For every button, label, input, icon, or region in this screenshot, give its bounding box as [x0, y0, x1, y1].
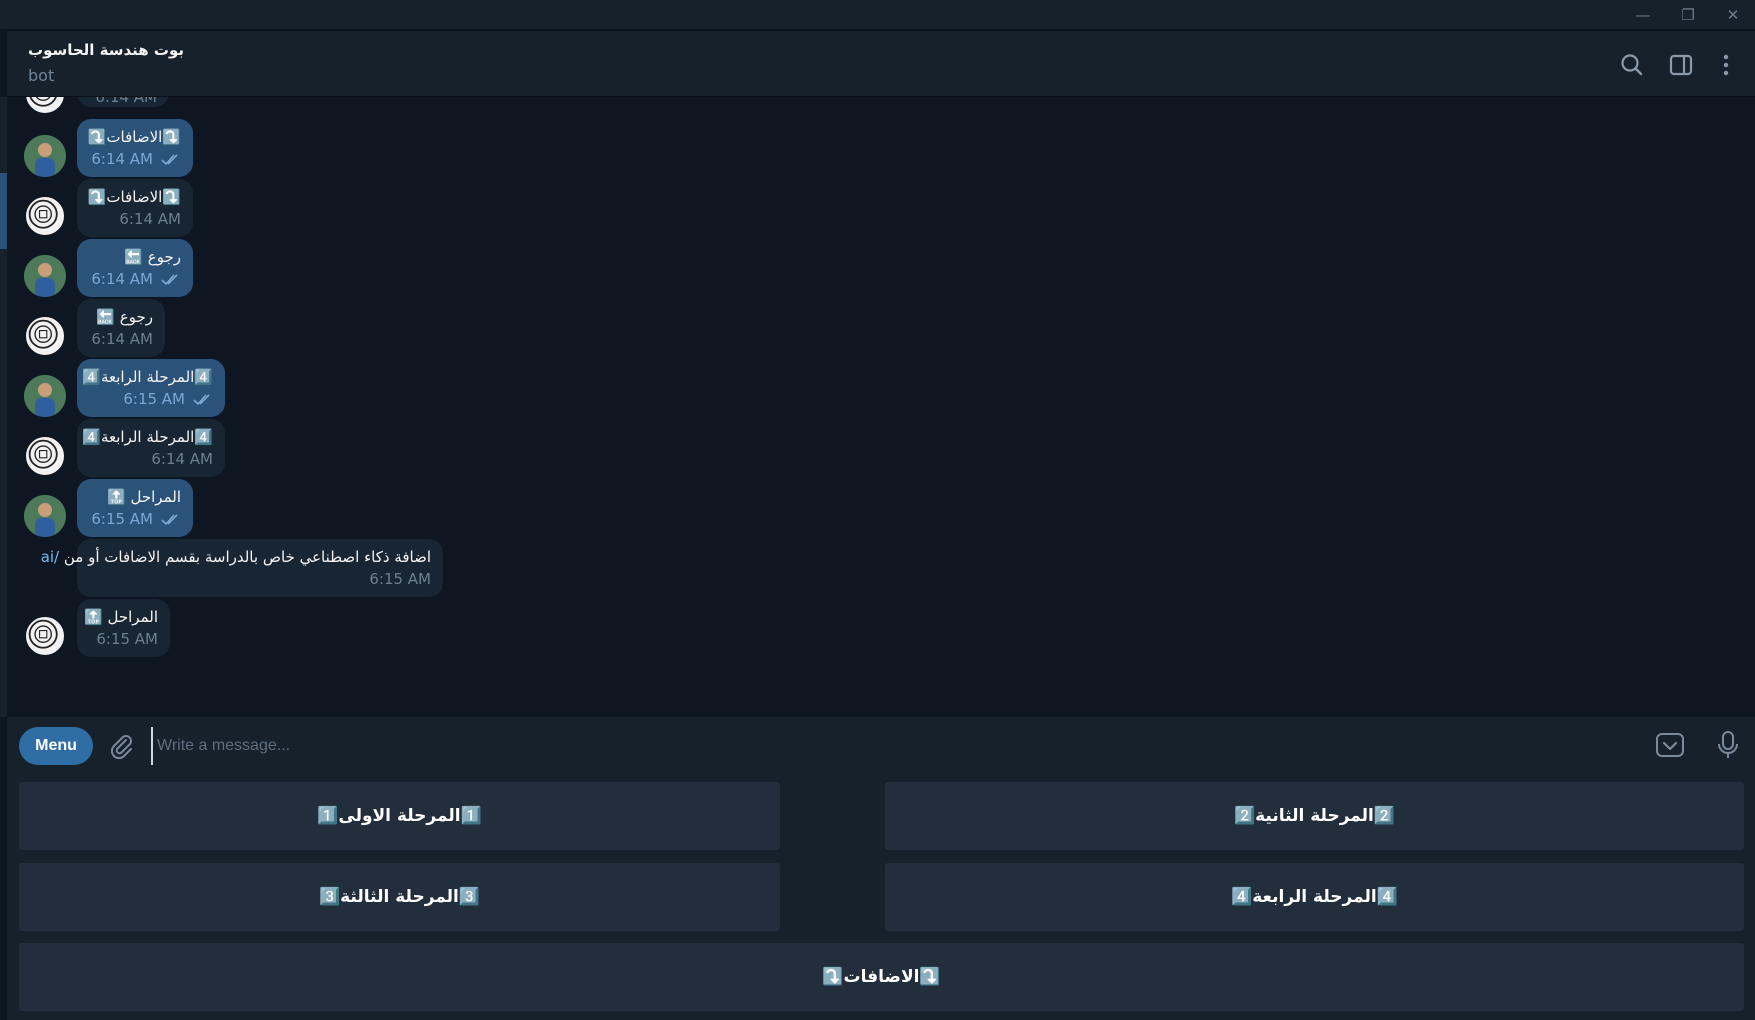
keyboard-button-stage-3[interactable]: 3️⃣المرحلة الثالثة3️⃣	[19, 863, 780, 931]
message-time: 6:15 AM	[123, 390, 185, 408]
user-avatar[interactable]	[24, 495, 66, 537]
message-bubble[interactable]: ⤵️الاضافات⤵️ 6:14 AM	[77, 179, 193, 237]
more-options-icon[interactable]	[1712, 51, 1740, 79]
bot-menu-button[interactable]: Menu	[19, 727, 93, 765]
keyboard-button-stage-2[interactable]: 2️⃣المرحلة الثانية2️⃣	[885, 782, 1744, 850]
message-time: 6:14 AM	[91, 150, 153, 168]
bot-keyboard-toggle-icon[interactable]	[1654, 729, 1686, 761]
ai-command-link[interactable]: /ai	[41, 548, 59, 566]
read-checkmarks-icon	[193, 393, 210, 405]
message-text: المراحل 🔝	[84, 608, 158, 626]
message-text: ⤵️الاضافات⤵️	[87, 128, 181, 146]
message-time: 6:15 AM	[369, 570, 431, 588]
message-time: 6:14 AM	[151, 450, 213, 468]
bot-avatar[interactable]	[24, 195, 66, 237]
keyboard-button-stage-1[interactable]: 1️⃣المرحلة الاولى1️⃣	[19, 782, 780, 850]
message-bubble[interactable]: المراحل 🔝 6:15 AM	[77, 479, 193, 537]
bot-avatar[interactable]	[24, 615, 66, 657]
message-time: 6:14 AM	[119, 210, 181, 228]
search-icon[interactable]	[1618, 51, 1646, 79]
message-text: اضافة ذكاء اصطناعي خاص بالدراسة بقسم الا…	[41, 545, 431, 569]
chat-status: bot	[28, 66, 55, 85]
message-time: 6:14 AM	[91, 330, 153, 348]
keyboard-button-additions[interactable]: ⤵️الاضافات⤵️	[19, 943, 1744, 1011]
bot-avatar[interactable]	[24, 315, 66, 357]
message-time: 6:14 AM	[95, 97, 157, 106]
chat-list-strip	[0, 97, 7, 717]
minimize-icon[interactable]: —	[1628, 4, 1658, 26]
window-titlebar: — ❐ ✕	[0, 0, 1755, 30]
read-checkmarks-icon	[161, 513, 178, 525]
message-bubble[interactable]: 6:14 AM	[77, 97, 169, 107]
chat-title: بوت هندسة الحاسوب	[28, 41, 185, 59]
bot-avatar[interactable]	[24, 97, 66, 115]
message-text: 4️⃣المرحلة الرابعة4️⃣	[82, 368, 213, 386]
message-time: 6:15 AM	[91, 510, 153, 528]
keyboard-button-stage-4[interactable]: 4️⃣المرحلة الرابعة4️⃣	[885, 863, 1744, 931]
message-bubble[interactable]: اضافة ذكاء اصطناعي خاص بالدراسة بقسم الا…	[41, 539, 443, 597]
restore-icon[interactable]: ❐	[1673, 4, 1703, 26]
message-text: ⤵️الاضافات⤵️	[87, 188, 181, 206]
active-chat-indicator	[0, 173, 7, 249]
user-avatar[interactable]	[24, 375, 66, 417]
message-bubble[interactable]: رجوع 🔙 6:14 AM	[77, 239, 193, 297]
message-text: المراحل 🔝	[107, 488, 181, 506]
user-avatar[interactable]	[24, 255, 66, 297]
message-text: رجوع 🔙	[96, 308, 153, 326]
message-text-body: اضافة ذكاء اصطناعي خاص بالدراسة بقسم الا…	[63, 548, 431, 566]
message-text: رجوع 🔙	[124, 248, 181, 266]
attach-icon[interactable]	[107, 731, 137, 761]
sidebar-toggle-icon[interactable]	[1667, 51, 1695, 79]
message-composer: Menu	[7, 717, 1755, 774]
close-icon[interactable]: ✕	[1718, 4, 1748, 26]
message-bubble[interactable]: المراحل 🔝 6:15 AM	[77, 599, 170, 657]
bot-reply-keyboard: 1️⃣المرحلة الاولى1️⃣ 2️⃣المرحلة الثانية2…	[7, 774, 1755, 1020]
message-time: 6:14 AM	[91, 270, 153, 288]
message-list[interactable]: 6:14 AM ⤵️الاضافات⤵️ 6:14 AM ⤵️الاضافات⤵…	[7, 97, 1755, 717]
bot-avatar[interactable]	[24, 435, 66, 477]
message-bubble[interactable]: 4️⃣المرحلة الرابعة4️⃣ 6:15 AM	[77, 359, 225, 417]
message-time: 6:15 AM	[96, 630, 158, 648]
read-checkmarks-icon	[161, 273, 178, 285]
microphone-icon[interactable]	[1712, 729, 1744, 761]
message-text: 4️⃣المرحلة الرابعة4️⃣	[82, 428, 213, 446]
message-bubble[interactable]: رجوع 🔙 6:14 AM	[77, 299, 165, 357]
message-bubble[interactable]: 4️⃣المرحلة الرابعة4️⃣ 6:14 AM	[77, 419, 225, 477]
read-checkmarks-icon	[161, 153, 178, 165]
user-avatar[interactable]	[24, 135, 66, 177]
message-input[interactable]	[151, 727, 1651, 765]
message-bubble[interactable]: ⤵️الاضافات⤵️ 6:14 AM	[77, 119, 193, 177]
chat-header[interactable]: بوت هندسة الحاسوب bot	[7, 31, 1755, 97]
